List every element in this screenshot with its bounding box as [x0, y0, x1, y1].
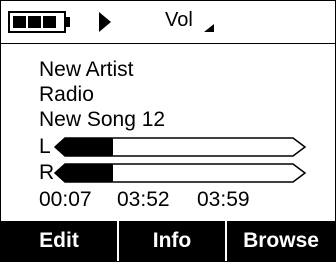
- play-icon: [99, 12, 111, 32]
- total-time: 03:59: [197, 188, 250, 211]
- status-bar: Vol: [1, 1, 335, 44]
- remaining-time: 03:52: [117, 188, 170, 211]
- player-screen: Vol New Artist Radio New Song 12 L R 00:…: [0, 0, 336, 262]
- info-button[interactable]: Info: [119, 221, 225, 261]
- elapsed-time: 00:07: [39, 188, 92, 211]
- song-title: New Song 12: [39, 108, 166, 131]
- left-level-meter: [53, 137, 307, 157]
- artist-name: New Artist: [39, 58, 134, 81]
- browse-button[interactable]: Browse: [227, 221, 335, 261]
- volume-triangle-icon: [204, 24, 214, 32]
- battery-icon: [8, 11, 70, 33]
- edit-button[interactable]: Edit: [1, 221, 117, 261]
- right-level-meter: [53, 163, 307, 183]
- right-level-fill: [55, 164, 113, 182]
- left-level-fill: [55, 138, 113, 156]
- volume-label[interactable]: Vol: [165, 6, 193, 34]
- album-name: Radio: [39, 83, 94, 106]
